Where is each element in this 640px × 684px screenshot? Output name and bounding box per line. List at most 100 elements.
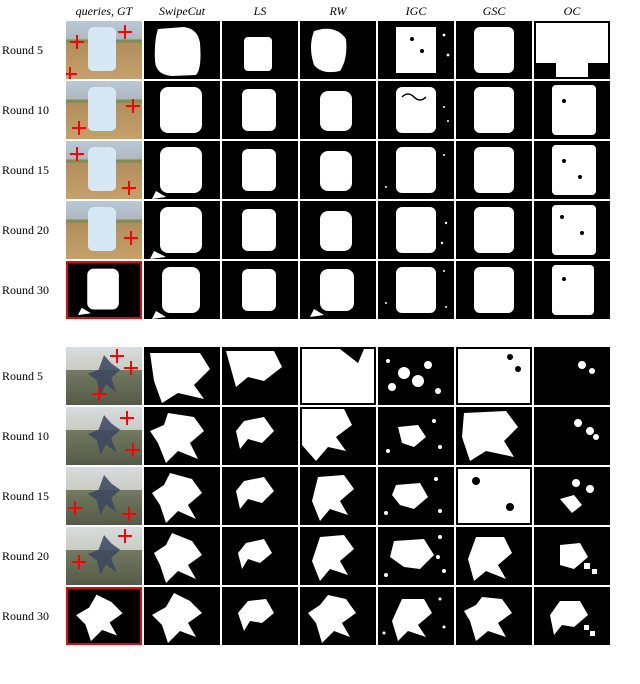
mask-swipecut (144, 347, 220, 405)
query-image (66, 407, 142, 465)
mask-gsc (456, 21, 532, 79)
round-label: Round 15 (2, 489, 64, 504)
mask-ls (222, 141, 298, 199)
mask-igc (378, 21, 454, 79)
row-a-round15: Round 15 (2, 141, 610, 199)
mask-ls (222, 347, 298, 405)
mask-igc (378, 141, 454, 199)
row-b-round30: Round 30 (2, 587, 610, 645)
mask-rw (300, 141, 376, 199)
row-b-round5: Round 5 (2, 347, 610, 405)
mask-oc (534, 467, 610, 525)
col-igc: IGC (378, 4, 454, 19)
mask-gsc (456, 201, 532, 259)
mask-oc (534, 21, 610, 79)
query-mark-icon (126, 443, 140, 457)
mask-oc (534, 347, 610, 405)
mask-swipecut (144, 407, 220, 465)
col-rw: RW (300, 4, 376, 19)
query-mark-icon (68, 501, 82, 515)
row-b-round20: Round 20 (2, 527, 610, 585)
query-mark-icon (118, 529, 132, 543)
round-label: Round 5 (2, 369, 64, 384)
col-gsc: GSC (456, 4, 532, 19)
round-label: Round 10 (2, 429, 64, 444)
block-separator (0, 325, 640, 343)
mask-swipecut (144, 141, 220, 199)
mask-igc (378, 407, 454, 465)
mask-rw (300, 587, 376, 645)
mask-gsc (456, 467, 532, 525)
round-label: Round 15 (2, 163, 64, 178)
query-mark-icon (66, 67, 77, 79)
mask-ls (222, 261, 298, 319)
query-mark-icon (122, 507, 136, 521)
query-image (66, 201, 142, 259)
mask-swipecut (144, 587, 220, 645)
col-oc: OC (534, 4, 610, 19)
query-mark-icon (72, 121, 86, 135)
mask-rw (300, 261, 376, 319)
mask-oc (534, 407, 610, 465)
mask-swipecut (144, 81, 220, 139)
mask-gsc (456, 407, 532, 465)
round-label: Round 10 (2, 103, 64, 118)
query-mark-icon (120, 411, 134, 425)
query-mark-icon (126, 99, 140, 113)
query-mark-icon (70, 35, 84, 49)
query-mark-icon (118, 25, 132, 39)
query-image (66, 347, 142, 405)
mask-rw (300, 407, 376, 465)
figure-block-b: Round 5 Round 10 Round 15 (0, 343, 640, 651)
row-a-round5: Round 5 (2, 21, 610, 79)
mask-gsc (456, 141, 532, 199)
mask-oc (534, 527, 610, 585)
figure-block-a: . queries, GT SwipeCut LS RW IGC GSC OC … (0, 0, 640, 325)
mask-igc (378, 201, 454, 259)
col-queries-gt: queries, GT (66, 4, 142, 19)
mask-ls (222, 527, 298, 585)
query-image (66, 81, 142, 139)
mask-rw (300, 347, 376, 405)
mask-igc (378, 347, 454, 405)
mask-igc (378, 587, 454, 645)
mask-ls (222, 467, 298, 525)
mask-ls (222, 587, 298, 645)
round-label: Round 30 (2, 609, 64, 624)
mask-oc (534, 81, 610, 139)
mask-swipecut (144, 201, 220, 259)
query-mark-icon (70, 147, 84, 161)
row-b-round10: Round 10 (2, 407, 610, 465)
query-image (66, 527, 142, 585)
row-a-round20: Round 20 (2, 201, 610, 259)
mask-oc (534, 587, 610, 645)
mask-oc (534, 261, 610, 319)
mask-swipecut (144, 261, 220, 319)
round-label: Round 30 (2, 283, 64, 298)
mask-gsc (456, 527, 532, 585)
query-mark-icon (124, 361, 138, 375)
mask-ls (222, 201, 298, 259)
query-image (66, 21, 142, 79)
round-label: Round 20 (2, 223, 64, 238)
row-b-round15: Round 15 (2, 467, 610, 525)
query-image (66, 141, 142, 199)
mask-swipecut (144, 467, 220, 525)
mask-gsc (456, 587, 532, 645)
mask-ls (222, 407, 298, 465)
col-swipecut: SwipeCut (144, 4, 220, 19)
query-mark-icon (122, 181, 136, 195)
ground-truth-mask (66, 261, 142, 319)
mask-oc (534, 201, 610, 259)
mask-ls (222, 81, 298, 139)
mask-rw (300, 467, 376, 525)
mask-gsc (456, 81, 532, 139)
query-mark-icon (72, 555, 86, 569)
mask-rw (300, 527, 376, 585)
mask-gsc (456, 347, 532, 405)
mask-gsc (456, 261, 532, 319)
ground-truth-mask (66, 587, 142, 645)
mask-igc (378, 467, 454, 525)
query-mark-icon (124, 231, 138, 245)
mask-rw (300, 201, 376, 259)
